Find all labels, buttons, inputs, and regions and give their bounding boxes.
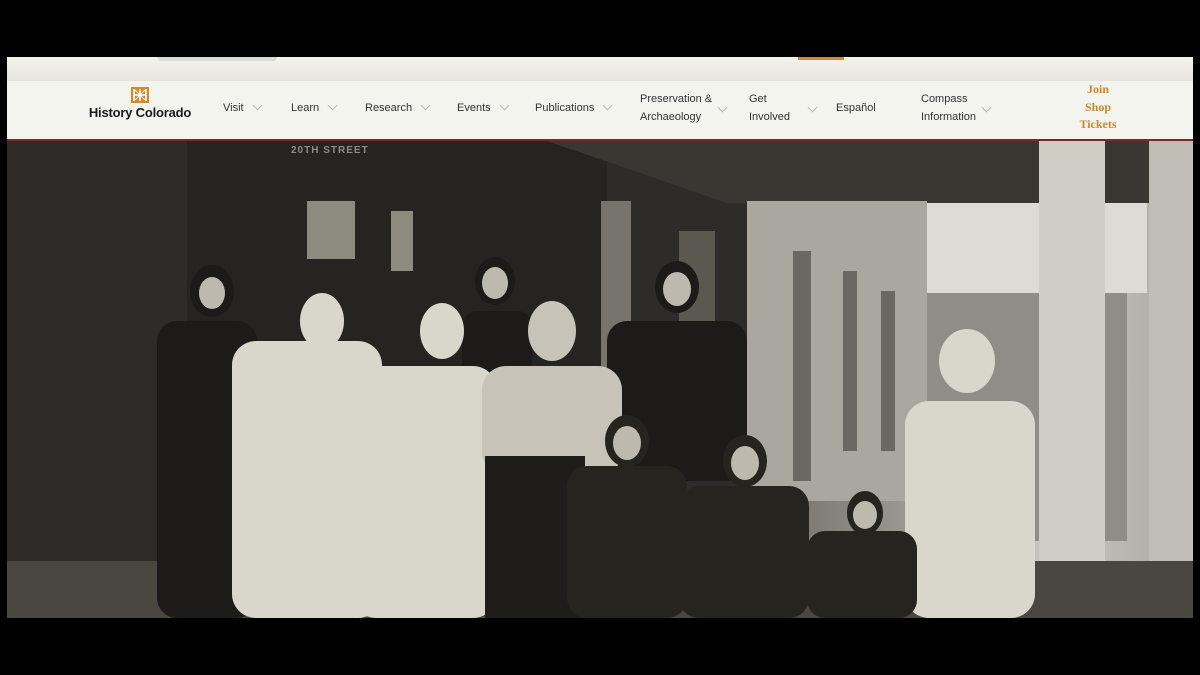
historic-family-photo xyxy=(7,141,1193,618)
nav-research-label: Research xyxy=(365,102,413,114)
hc-star-icon xyxy=(131,87,149,103)
chevron-down-icon xyxy=(717,102,728,113)
site-logo[interactable]: History Colorado xyxy=(81,87,199,127)
nav-espanol-label: Español xyxy=(836,102,876,114)
chevron-down-icon xyxy=(499,100,510,111)
top-strip xyxy=(7,57,1193,82)
nav-publications[interactable]: Publications xyxy=(535,99,613,117)
nav-preservation[interactable]: Preservation & Archaeology xyxy=(640,90,728,126)
chevron-down-icon xyxy=(807,102,818,113)
nav-get-involved[interactable]: Get Involved xyxy=(749,90,818,126)
nav-events-label: Events xyxy=(457,102,491,114)
hero-photo: 20TH STREET xyxy=(7,141,1193,618)
nav-compass-information[interactable]: Compass Information xyxy=(921,90,992,126)
nav-preservation-line2: Archaeology xyxy=(640,111,702,123)
nav-learn[interactable]: Learn xyxy=(291,99,338,117)
nav-get-involved-line1: Get xyxy=(749,93,767,105)
active-accent-bar xyxy=(798,57,844,60)
join-link[interactable]: Join xyxy=(1067,81,1129,99)
main-nav: History Colorado Visit Learn Research Ev… xyxy=(7,81,1193,141)
chevron-down-icon xyxy=(602,100,613,111)
nav-research[interactable]: Research xyxy=(365,99,431,117)
shop-link[interactable]: Shop xyxy=(1067,99,1129,117)
chevron-down-icon xyxy=(981,102,992,113)
chevron-down-icon xyxy=(420,100,431,111)
street-sign-text: 20TH STREET xyxy=(291,145,369,156)
chevron-down-icon xyxy=(327,100,338,111)
nav-visit[interactable]: Visit xyxy=(223,99,263,117)
nav-compass-line1: Compass xyxy=(921,93,968,105)
nav-get-involved-line2: Involved xyxy=(749,111,790,123)
nav-visit-label: Visit xyxy=(223,102,244,114)
nav-publications-label: Publications xyxy=(535,102,595,114)
nav-preservation-line1: Preservation & xyxy=(640,93,713,105)
nav-events[interactable]: Events xyxy=(457,99,510,117)
nav-espanol[interactable]: Español xyxy=(836,99,876,117)
cta-links: Join Shop Tickets xyxy=(1067,81,1129,134)
nav-compass-line2: Information xyxy=(921,111,977,123)
logo-text: History Colorado xyxy=(88,105,192,120)
tickets-link[interactable]: Tickets xyxy=(1067,116,1129,134)
browser-viewport: History Colorado Visit Learn Research Ev… xyxy=(7,57,1193,618)
chevron-down-icon xyxy=(252,100,263,111)
faded-header-text xyxy=(157,57,277,61)
nav-learn-label: Learn xyxy=(291,102,320,114)
